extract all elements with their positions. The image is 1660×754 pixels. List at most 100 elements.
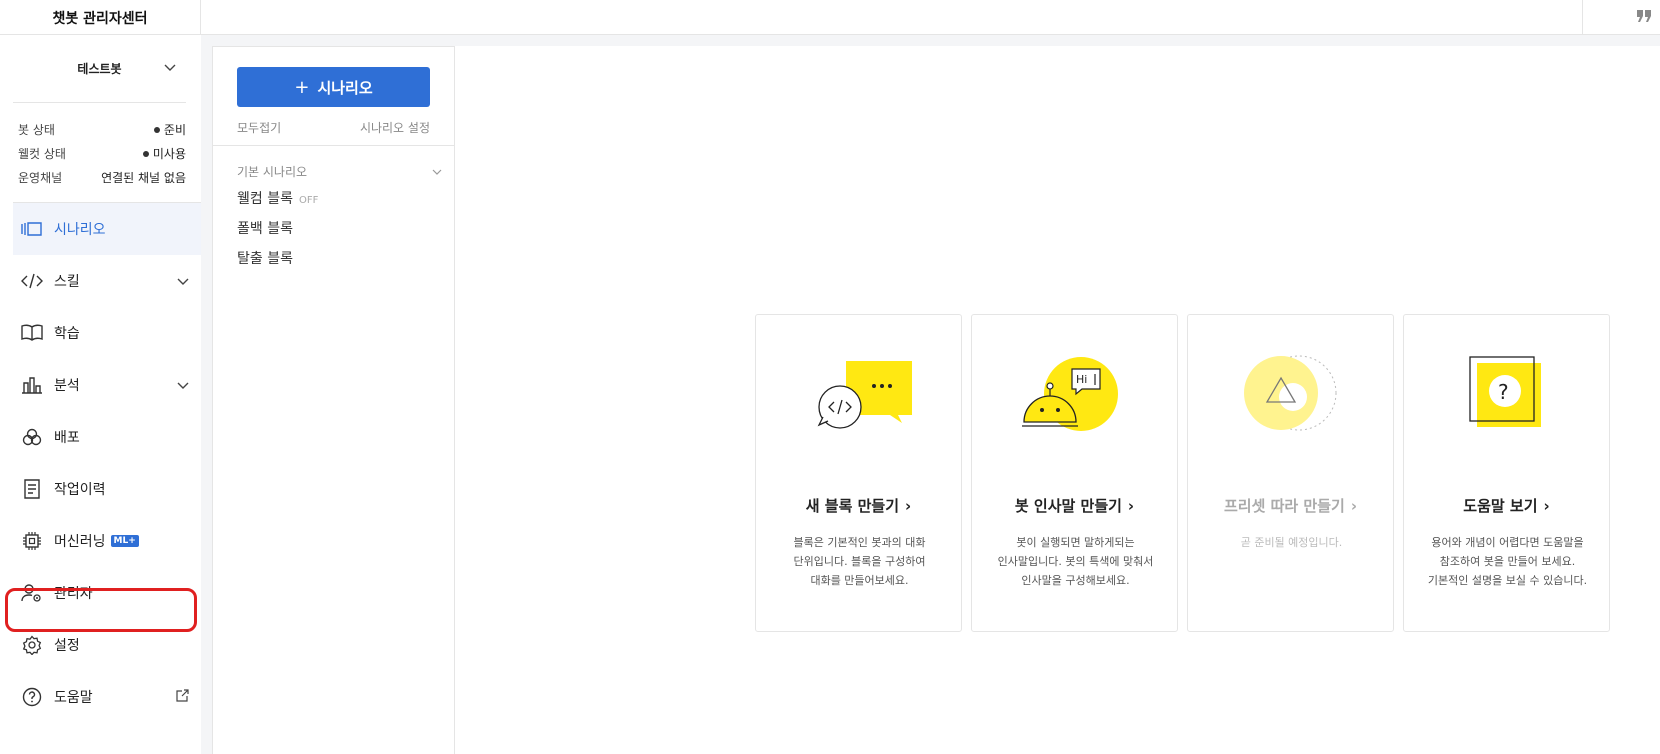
sidebar-item-learn[interactable]: 학습 — [13, 307, 201, 359]
sidebar-item-label: 관리자 — [54, 586, 93, 602]
user-gear-icon — [21, 582, 43, 604]
status-value-text: 미사용 — [152, 146, 186, 161]
block-label: 웰컴 블록 — [237, 191, 293, 207]
chevron-down-icon — [177, 274, 189, 290]
plus-icon: + — [294, 76, 310, 98]
app-title: 챗봇 관리자센터 — [0, 0, 201, 35]
status-label: 웰컷 상태 — [18, 146, 66, 161]
card-title: 새 블록 만들기 › — [756, 495, 961, 516]
preset-card[interactable]: 프리셋 따라 만들기 › 곧 준비될 예정입니다. — [1187, 314, 1394, 632]
status-value: 준비 — [153, 121, 186, 138]
chat-code-illustration — [756, 355, 961, 445]
hi-bubble-text: Hi — [1076, 373, 1087, 386]
card-description: 곧 준비될 예정입니다. — [1202, 533, 1381, 552]
sidebar-item-label: 설정 — [54, 638, 80, 654]
sidebar-item-skill[interactable]: 스킬 — [13, 255, 201, 307]
document-icon — [21, 478, 43, 500]
card-description-line: 인사말입니다. 봇의 특색에 맞춰서 — [997, 555, 1154, 568]
status-value-text: 연결된 채널 없음 — [101, 170, 186, 185]
chip-icon — [21, 530, 43, 552]
card-description-line: 곧 준비될 예정입니다. — [1240, 536, 1343, 549]
sidebar-item-settings[interactable]: 설정 — [13, 619, 201, 671]
status-dot-icon — [142, 151, 149, 157]
sidebar-item-help[interactable]: 도움말 — [13, 671, 201, 723]
panel-links: 모두접기 시나리오 설정 — [237, 119, 430, 136]
status-label: 봇 상태 — [18, 122, 55, 137]
sidebar-item-scenario[interactable]: 시나리오 — [13, 203, 201, 255]
deploy-icon — [21, 426, 43, 448]
sidebar-item-label: 분석 — [54, 378, 80, 394]
sidebar-item-ml[interactable]: 머신러닝 ML+ — [13, 515, 201, 567]
help-card[interactable]: ? 도움말 보기 › 용어와 개념이 어렵다면 도움말을 참조하여 봇을 만들어 … — [1403, 314, 1610, 632]
card-description-line: 대화를 만들어보세요. — [810, 574, 909, 587]
external-link-icon — [176, 689, 189, 706]
block-label: 탈출 블록 — [237, 251, 293, 267]
sidebar-item-label: 배포 — [54, 430, 80, 446]
sidebar-item-label: 학습 — [54, 326, 80, 342]
bot-greeting-illustration: Hi — [972, 355, 1177, 445]
divider — [213, 145, 456, 146]
quote-icon[interactable] — [1636, 8, 1652, 27]
book-icon — [21, 322, 43, 344]
scenario-panel: + 시나리오 모두접기 시나리오 설정 기본 시나리오 웰컴 블록 OFF 폴백 … — [212, 46, 456, 754]
preset-illustration — [1188, 355, 1393, 445]
bot-status-list: 봇 상태 준비 웰컷 상태 미사용 운영채널 연결된 채널 없음 — [18, 117, 186, 189]
card-description-line: 기본적인 설명을 보실 수 있습니다. — [1427, 574, 1588, 587]
card-title: 프리셋 따라 만들기 › — [1188, 495, 1393, 516]
status-value-text: 준비 — [163, 122, 186, 137]
card-description-line: 용어와 개념이 어렵다면 도움말을 — [1431, 536, 1584, 549]
sidebar-item-history[interactable]: 작업이력 — [13, 463, 201, 515]
chevron-down-icon — [432, 165, 442, 179]
status-row-channel: 운영채널 연결된 채널 없음 — [18, 165, 186, 189]
sidebar-item-label: 스킬 — [54, 274, 80, 290]
chevron-right-icon: › — [1350, 497, 1358, 515]
card-description-line: 단위입니다. 블록을 구성하여 — [793, 555, 926, 568]
card-description-line: 참조하여 봇을 만들어 보세요. — [1439, 555, 1576, 568]
app-root: 챗봇 관리자센터 테스트봇 봇 상태 준비 웰컷 상태 미사용 운영채널 연결된… — [0, 0, 1660, 754]
gear-icon — [21, 634, 43, 656]
card-title-text: 봇 인사말 만들기 — [1014, 497, 1122, 515]
scenario-settings-link[interactable]: 시나리오 설정 — [360, 119, 430, 136]
off-tag: OFF — [298, 195, 319, 206]
top-right-area — [1582, 0, 1660, 35]
block-label: 폴백 블록 — [237, 221, 293, 237]
card-description-line: 인사말을 구성해보세요. — [1021, 574, 1130, 587]
add-scenario-label: 시나리오 — [317, 78, 373, 97]
block-item-welcome[interactable]: 웰컴 블록 OFF — [237, 188, 318, 208]
card-title: 봇 인사말 만들기 › — [972, 495, 1177, 516]
collapse-all-link[interactable]: 모두접기 — [237, 119, 281, 136]
chevron-right-icon: › — [1127, 497, 1135, 515]
ml-plus-badge: ML+ — [110, 535, 139, 547]
sidebar-item-label: 도움말 — [54, 690, 93, 706]
bot-greeting-card[interactable]: Hi 봇 인사말 만들기 › 봇이 실행되면 말하게되는 인사말입니다. 봇의 특… — [971, 314, 1178, 632]
chevron-right-icon: › — [905, 497, 912, 515]
sidebar-item-label: 작업이력 — [54, 482, 106, 498]
card-title-text: 프리셋 따라 만들기 — [1223, 497, 1345, 515]
status-value: 미사용 — [142, 145, 186, 162]
new-block-card[interactable]: 새 블록 만들기 › 블록은 기본적인 봇과의 대화 단위입니다. 블록을 구성하… — [755, 314, 962, 632]
scenario-group-header[interactable]: 기본 시나리오 — [237, 163, 442, 180]
chevron-down-icon — [177, 378, 189, 394]
card-description-line: 봇이 실행되면 말하게되는 — [1016, 536, 1135, 549]
block-item-fallback[interactable]: 폴백 블록 — [237, 218, 293, 238]
bar-chart-icon — [21, 374, 43, 396]
sidebar: 테스트봇 봇 상태 준비 웰컷 상태 미사용 운영채널 연결된 채널 없음 시나… — [0, 35, 201, 754]
scenario-icon — [21, 218, 43, 240]
question-mark-text: ? — [1498, 380, 1509, 404]
status-row-bot: 봇 상태 준비 — [18, 117, 186, 141]
sidebar-item-deploy[interactable]: 배포 — [13, 411, 201, 463]
add-scenario-button[interactable]: + 시나리오 — [237, 67, 430, 107]
content-canvas: 새 블록 만들기 › 블록은 기본적인 봇과의 대화 단위입니다. 블록을 구성하… — [455, 46, 1660, 754]
status-label: 운영채널 — [18, 170, 63, 185]
sidebar-nav: 시나리오 스킬 학습 분석 배포 작업이력 머신러닝 ML+ 관리자 설정 도움… — [13, 202, 201, 723]
sidebar-item-admin[interactable]: 관리자 — [13, 567, 201, 619]
card-description: 봇이 실행되면 말하게되는 인사말입니다. 봇의 특색에 맞춰서 인사말을 구성… — [986, 533, 1165, 590]
bot-selector[interactable]: 테스트봇 — [13, 35, 186, 103]
status-dot-icon — [153, 127, 160, 133]
card-title-text: 새 블록 만들기 — [805, 497, 900, 515]
card-description-line: 블록은 기본적인 봇과의 대화 — [793, 536, 926, 549]
sidebar-item-analysis[interactable]: 분석 — [13, 359, 201, 411]
block-item-exit[interactable]: 탈출 블록 — [237, 248, 293, 268]
card-title: 도움말 보기 › — [1404, 495, 1609, 516]
help-illustration: ? — [1404, 355, 1609, 445]
